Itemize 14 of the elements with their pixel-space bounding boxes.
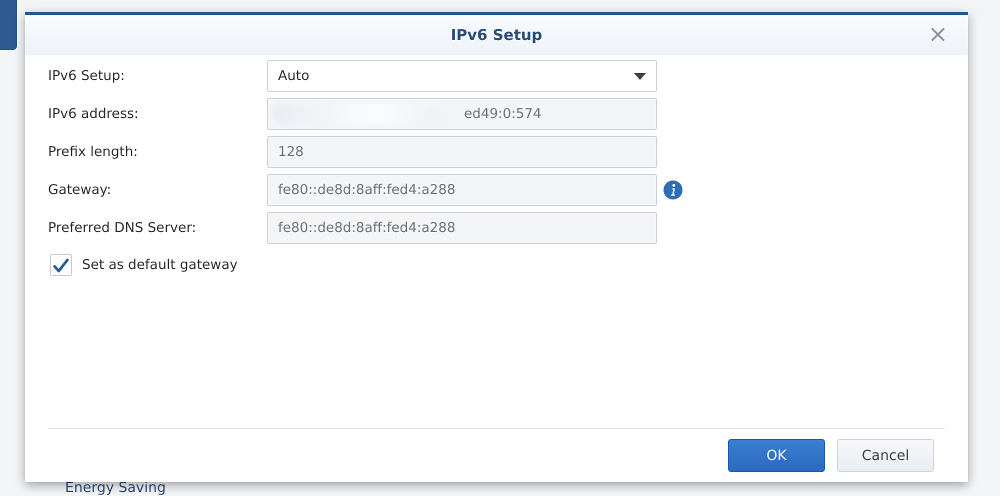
field-label: IPv6 Setup: [48,68,126,84]
close-button[interactable]: × [926,23,950,45]
caret-icon [634,72,646,80]
checkbox-label[interactable]: Set as default gateway [82,257,238,273]
field-label: Prefix length: [48,144,139,160]
checkbox[interactable] [50,254,72,276]
cancel-button[interactable]: Cancel [837,439,934,472]
dropdown-field[interactable]: Auto [267,60,657,92]
field-label: IPv6 address: [48,106,140,122]
dialog-title: IPv6 Setup [450,26,542,44]
field-label: Gateway: [48,182,112,198]
section-heading: Energy Saving [65,480,166,496]
ok-button[interactable]: OK [728,439,825,472]
field-label: Preferred DNS Server: [48,220,198,236]
